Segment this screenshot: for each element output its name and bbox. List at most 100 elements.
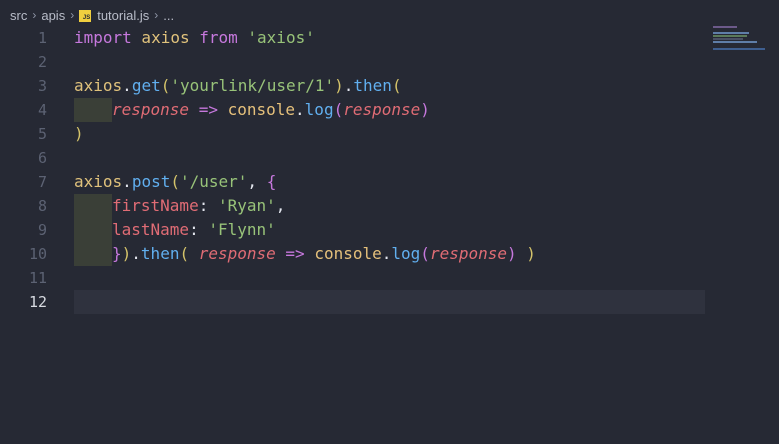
code-line[interactable]: 5 ) (0, 122, 779, 146)
string-literal: 'Flynn' (208, 220, 276, 239)
string-literal: 'Ryan' (217, 196, 276, 215)
code-text: import axios from 'axios' (74, 26, 315, 50)
javascript-file-icon: JS (79, 10, 92, 22)
line-number: 8 (37, 197, 47, 215)
line-number: 4 (37, 101, 47, 119)
minimap-line (713, 38, 743, 40)
code-line[interactable]: 8 firstName: 'Ryan', (0, 194, 779, 218)
code-line[interactable]: 6 (0, 146, 779, 170)
breadcrumb-item-file[interactable]: tutorial.js (97, 8, 149, 23)
brace: { (266, 172, 277, 191)
line-number: 2 (37, 53, 47, 71)
line-number: 9 (37, 221, 47, 239)
code-line[interactable]: 4 response => console.log(response) (0, 98, 779, 122)
code-line[interactable]: 2 (0, 50, 779, 74)
code-line[interactable]: 1 import axios from 'axios' (0, 26, 779, 50)
punctuation: . (295, 100, 305, 119)
paren: ( (420, 244, 430, 263)
keyword: import (74, 28, 132, 47)
minimap-line (713, 41, 757, 43)
code-text: axios.post('/user', { (74, 170, 276, 194)
brace: } (112, 244, 122, 263)
string-literal: 'yourlink/user/1' (170, 76, 335, 95)
line-number: 5 (37, 125, 47, 143)
paren: ( (179, 244, 199, 263)
punctuation: : (198, 196, 218, 215)
code-line[interactable]: 10 }).then( response => console.log(resp… (0, 242, 779, 266)
identifier: console (314, 244, 382, 263)
method: post (131, 172, 171, 191)
paren: ) (420, 100, 430, 119)
line-number: 3 (37, 77, 47, 95)
punctuation: . (131, 244, 141, 263)
paren: ( (333, 100, 344, 119)
code-text: firstName: 'Ryan', (74, 194, 285, 218)
code-text: }).then( response => console.log(respons… (74, 242, 536, 266)
minimap[interactable] (713, 26, 765, 48)
method: get (131, 76, 161, 95)
string-literal: 'axios' (247, 28, 315, 47)
method: log (304, 100, 334, 119)
code-editor[interactable]: 1 import axios from 'axios' 2 3 axios.ge… (0, 26, 779, 314)
code-line[interactable]: 7 axios.post('/user', { (0, 170, 779, 194)
code-line[interactable]: 11 (0, 266, 779, 290)
punctuation: . (122, 76, 132, 95)
punctuation: , (275, 196, 286, 215)
indent-guide (74, 242, 112, 266)
parameter: response (429, 244, 507, 263)
method: then (140, 244, 180, 263)
minimap-viewport-slider[interactable] (713, 48, 765, 50)
arrow-operator: => (189, 100, 228, 119)
identifier: axios (74, 172, 123, 191)
method: then (353, 76, 392, 95)
paren: ( (160, 76, 171, 95)
line-number: 12 (28, 293, 47, 311)
breadcrumb-item-symbols[interactable]: ... (163, 8, 174, 23)
code-text: response => console.log(response) (74, 98, 430, 122)
paren: ) (516, 244, 536, 263)
paren: ) (74, 124, 84, 143)
parameter: response (112, 100, 190, 119)
arrow-operator: => (275, 244, 315, 263)
code-text: axios.get('yourlink/user/1').then( (74, 74, 402, 98)
code-text: ) (74, 122, 84, 146)
property-name: lastName (112, 220, 190, 239)
code-line[interactable]: 9 lastName: 'Flynn' (0, 218, 779, 242)
minimap-line (713, 32, 749, 34)
property-name: firstName (112, 196, 199, 215)
minimap-line (713, 35, 747, 37)
minimap-line (713, 26, 737, 28)
breadcrumb-item-apis[interactable]: apis (41, 8, 65, 23)
paren: ) (121, 244, 132, 263)
keyword: from (199, 28, 238, 47)
paren: ) (334, 76, 344, 95)
identifier: console (227, 100, 296, 119)
line-number: 10 (28, 245, 47, 263)
indent-guide (74, 98, 112, 122)
punctuation: . (381, 244, 392, 263)
line-number: 11 (28, 269, 47, 287)
indent-guide (74, 218, 112, 242)
code-text: lastName: 'Flynn' (74, 218, 276, 242)
line-number: 1 (37, 29, 47, 47)
method: log (391, 244, 421, 263)
chevron-right-icon: › (154, 8, 159, 22)
chevron-right-icon: › (32, 8, 37, 22)
indent-guide (74, 194, 112, 218)
string-literal: '/user' (179, 172, 248, 191)
identifier: axios (131, 28, 200, 47)
paren: ( (391, 76, 402, 95)
punctuation: : (189, 220, 209, 239)
punctuation: . (122, 172, 132, 191)
parameter: response (198, 244, 276, 263)
chevron-right-icon: › (70, 8, 75, 22)
code-line-current[interactable]: 12 (0, 290, 779, 314)
line-number: 7 (37, 173, 47, 191)
paren: ) (507, 244, 517, 263)
breadcrumb-item-src[interactable]: src (10, 8, 27, 23)
code-line[interactable]: 3 axios.get('yourlink/user/1').then( (0, 74, 779, 98)
punctuation: , (247, 172, 267, 191)
line-number: 6 (37, 149, 47, 167)
paren: ( (170, 172, 180, 191)
